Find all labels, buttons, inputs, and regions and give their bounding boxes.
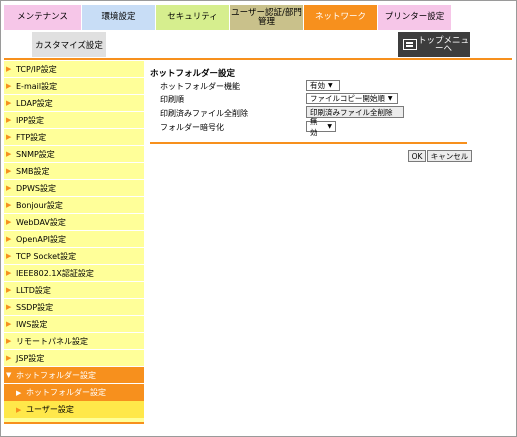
row-label-folder-encryption: フォルダー暗号化 [160, 122, 224, 132]
tab-environment[interactable]: 環境設定 [82, 5, 156, 30]
sidebar-item-hot-folder[interactable]: ▼ ホットフォルダー設定 [4, 367, 144, 384]
content-divider [150, 142, 467, 144]
tab-network[interactable]: ネットワーク [304, 5, 378, 30]
select-value: 無効 [310, 116, 318, 137]
sidebar-item-label: OpenAPI設定 [16, 234, 67, 244]
sidebar-item-lltd[interactable]: ▶ LLTD設定 [4, 282, 144, 299]
sidebar: ▶ TCP/IP設定 ▶ E-mail設定 ▶ LDAP設定 ▶ IPP設定 ▶ FTP設… [4, 61, 144, 423]
print-order-select[interactable]: ファイルコピー開始順 ▼ [306, 93, 398, 105]
sidebar-item-ssdp[interactable]: ▶ SSDP設定 [4, 299, 144, 316]
top-menu-button[interactable]: トップメニューへ [398, 32, 470, 57]
hot-folder-function-select[interactable]: 有効 ▼ [306, 80, 340, 92]
sidebar-item-dpws[interactable]: ▶ DPWS設定 [4, 180, 144, 197]
arrow-right-icon: ▶ [6, 218, 12, 226]
select-value: ファイルコピー開始順 [310, 94, 385, 103]
row-label-print-order: 印刷順 [160, 94, 184, 104]
arrow-right-icon: ▶ [6, 286, 12, 294]
sidebar-item-label: リモートパネル設定 [16, 336, 88, 346]
folder-encryption-select[interactable]: 無効 ▼ [306, 117, 336, 137]
sidebar-item-label: SMB設定 [16, 166, 50, 176]
top-menu-label: トップメニューへ [417, 35, 469, 54]
caret-down-icon: ▼ [328, 82, 333, 89]
sidebar-item-label: ホットフォルダー設定 [16, 370, 96, 380]
sidebar-item-label: LDAP設定 [16, 98, 53, 108]
tab-maintenance[interactable]: メンテナンス [4, 5, 82, 30]
sidebar-item-label: DPWS設定 [16, 183, 56, 193]
arrow-right-icon: ▶ [6, 303, 12, 311]
arrow-right-icon: ▶ [6, 99, 12, 107]
sidebar-item-bonjour[interactable]: ▶ Bonjour設定 [4, 197, 144, 214]
sidebar-item-jsp[interactable]: ▶ JSP設定 [4, 350, 144, 367]
arrow-right-icon: ▶ [6, 337, 12, 345]
sidebar-item-openapi[interactable]: ▶ OpenAPI設定 [4, 231, 144, 248]
arrow-right-icon: ▶ [6, 269, 12, 277]
sidebar-item-label: JSP設定 [16, 353, 45, 363]
sidebar-item-label: LLTD設定 [16, 285, 51, 295]
arrow-right-icon: ▶ [6, 150, 12, 158]
sidebar-item-label: SNMP設定 [16, 149, 55, 159]
sidebar-item-label: SSDP設定 [16, 302, 54, 312]
caret-down-icon: ▼ [387, 95, 393, 102]
sidebar-item-label: E-mail設定 [16, 81, 58, 91]
sidebar-item-email[interactable]: ▶ E-mail設定 [4, 78, 144, 95]
sidebar-subitem-hot-folder-settings[interactable]: ▶ ホットフォルダー設定 [4, 384, 144, 401]
sidebar-item-label: IPP設定 [16, 115, 45, 125]
sidebar-item-ldap[interactable]: ▶ LDAP設定 [4, 95, 144, 112]
sidebar-item-label: TCP/IP設定 [16, 64, 57, 74]
sidebar-item-label: WebDAV設定 [16, 217, 66, 227]
sidebar-item-label: FTP設定 [16, 132, 47, 142]
row-label-delete-printed: 印刷済みファイル全削除 [160, 108, 248, 118]
arrow-right-icon: ▶ [6, 320, 12, 328]
tab-bar: メンテナンス 環境設定 セキュリティ ユーザー認証/部門管理 ネットワーク プリ… [4, 5, 452, 30]
sidebar-item-tcp-socket[interactable]: ▶ TCP Socket設定 [4, 248, 144, 265]
arrow-right-icon: ▶ [16, 388, 22, 397]
arrow-right-icon: ▶ [6, 133, 12, 141]
caret-down-icon: ▼ [327, 123, 332, 130]
header-divider [4, 58, 512, 60]
cancel-button[interactable]: キャンセル [427, 150, 472, 162]
sidebar-item-label: TCP Socket設定 [16, 251, 77, 261]
tab-printer-settings[interactable]: プリンター設定 [378, 5, 452, 30]
arrow-right-icon: ▶ [6, 82, 12, 90]
sidebar-item-label: Bonjour設定 [16, 200, 63, 210]
arrow-right-icon: ▶ [6, 201, 12, 209]
arrow-right-icon: ▶ [6, 65, 12, 73]
arrow-right-icon: ▶ [6, 116, 12, 124]
sidebar-item-snmp[interactable]: ▶ SNMP設定 [4, 146, 144, 163]
arrow-right-icon: ▶ [6, 167, 12, 175]
sidebar-item-webdav[interactable]: ▶ WebDAV設定 [4, 214, 144, 231]
sidebar-item-smb[interactable]: ▶ SMB設定 [4, 163, 144, 180]
arrow-down-icon: ▼ [6, 371, 12, 379]
arrow-right-icon: ▶ [6, 354, 12, 362]
sidebar-subitem-user-settings[interactable]: ▶ ユーザー設定 [4, 401, 144, 418]
menu-icon [403, 39, 417, 50]
arrow-right-icon: ▶ [16, 405, 22, 414]
ok-button[interactable]: OK [408, 150, 426, 162]
page-title: ホットフォルダー設定 [150, 69, 236, 79]
sidebar-item-ftp[interactable]: ▶ FTP設定 [4, 129, 144, 146]
tab-security[interactable]: セキュリティ [156, 5, 230, 30]
arrow-right-icon: ▶ [6, 184, 12, 192]
sidebar-subitem-label: ホットフォルダー設定 [26, 388, 106, 397]
sidebar-item-iws[interactable]: ▶ IWS設定 [4, 316, 144, 333]
sidebar-bottom-divider [4, 422, 144, 424]
sidebar-item-label: IEEE802.1X認証設定 [16, 268, 94, 278]
sidebar-item-ieee8021x[interactable]: ▶ IEEE802.1X認証設定 [4, 265, 144, 282]
arrow-right-icon: ▶ [6, 252, 12, 260]
sidebar-subitem-label: ユーザー設定 [26, 405, 74, 414]
tab-customize[interactable]: カスタマイズ設定 [32, 32, 106, 57]
sidebar-item-remote-panel[interactable]: ▶ リモートパネル設定 [4, 333, 144, 350]
sidebar-item-label: IWS設定 [16, 319, 48, 329]
sidebar-item-ipp[interactable]: ▶ IPP設定 [4, 112, 144, 129]
row-label-hot-folder-function: ホットフォルダー機能 [160, 81, 240, 91]
select-value: 有効 [310, 81, 325, 90]
sidebar-item-tcpip[interactable]: ▶ TCP/IP設定 [4, 61, 144, 78]
arrow-right-icon: ▶ [6, 235, 12, 243]
tab-user-auth[interactable]: ユーザー認証/部門管理 [230, 5, 304, 30]
